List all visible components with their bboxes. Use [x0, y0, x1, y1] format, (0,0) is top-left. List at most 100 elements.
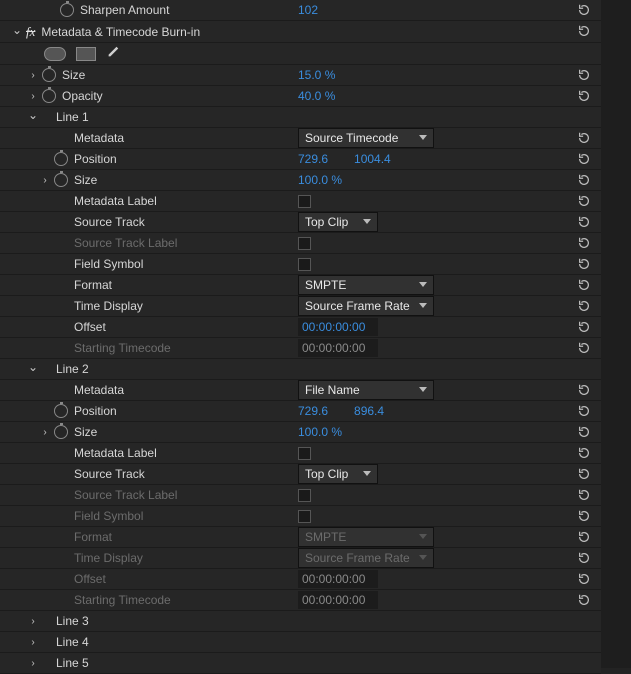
time-display-dropdown[interactable]: Source Frame Rate: [298, 296, 434, 316]
chevron-right-icon[interactable]: [27, 636, 39, 648]
param-label: Offset: [74, 572, 296, 586]
timecode-input[interactable]: 00:00:00:00: [298, 318, 378, 336]
param-label: Metadata: [74, 131, 296, 145]
group-title: Line 4: [56, 635, 296, 649]
chevron-right-icon[interactable]: [39, 426, 51, 438]
group-line5[interactable]: Line 5: [0, 653, 601, 674]
reset-icon[interactable]: [575, 68, 593, 82]
param-label: Sharpen Amount: [80, 3, 296, 17]
reset-icon[interactable]: [575, 446, 593, 460]
position-y[interactable]: 1004.4: [354, 152, 391, 166]
reset-icon[interactable]: [575, 278, 593, 292]
stopwatch-icon[interactable]: [60, 3, 74, 17]
param-label: Time Display: [74, 551, 296, 565]
source-track-dropdown[interactable]: Top Clip: [298, 212, 378, 232]
timecode-input: 00:00:00:00: [298, 591, 378, 609]
reset-icon[interactable]: [575, 3, 593, 17]
chevron-right-icon[interactable]: [39, 174, 51, 186]
fx-icon[interactable]: fx: [26, 24, 35, 40]
stopwatch-icon[interactable]: [54, 425, 68, 439]
chevron-right-icon[interactable]: [27, 69, 39, 81]
reset-icon[interactable]: [575, 320, 593, 334]
param-row-sharpen: Sharpen Amount 102: [0, 0, 601, 21]
foreground-swatch[interactable]: [44, 47, 66, 61]
eyedropper-icon[interactable]: [106, 45, 120, 62]
checkbox[interactable]: [298, 195, 311, 208]
reset-icon[interactable]: [575, 89, 593, 103]
param-row-format: Format SMPTE: [0, 275, 601, 296]
param-row-format: Format SMPTE: [0, 527, 601, 548]
checkbox[interactable]: [298, 258, 311, 271]
chevron-down-icon[interactable]: [27, 363, 39, 375]
param-label: Starting Timecode: [74, 341, 296, 355]
reset-icon[interactable]: [575, 383, 593, 397]
param-value[interactable]: 100.0 %: [298, 425, 342, 439]
param-value[interactable]: 40.0 %: [298, 89, 335, 103]
reset-icon[interactable]: [575, 551, 593, 565]
metadata-dropdown[interactable]: File Name: [298, 380, 434, 400]
reset-icon[interactable]: [575, 173, 593, 187]
param-row-metadata: Metadata File Name: [0, 380, 601, 401]
group-line4[interactable]: Line 4: [0, 632, 601, 653]
position-y[interactable]: 896.4: [354, 404, 384, 418]
stopwatch-icon[interactable]: [42, 68, 56, 82]
stopwatch-icon[interactable]: [42, 89, 56, 103]
stopwatch-icon[interactable]: [54, 152, 68, 166]
reset-icon[interactable]: [575, 404, 593, 418]
position-x[interactable]: 729.6: [298, 404, 328, 418]
group-line3[interactable]: Line 3: [0, 611, 601, 632]
chevron-down-icon[interactable]: [11, 26, 23, 38]
reset-icon[interactable]: [575, 24, 593, 38]
param-row-offset: Offset 00:00:00:00: [0, 569, 601, 590]
chevron-down-icon: [419, 282, 427, 290]
stopwatch-icon[interactable]: [54, 173, 68, 187]
position-x[interactable]: 729.6: [298, 152, 328, 166]
param-row-metadata: Metadata Source Timecode: [0, 128, 601, 149]
param-value[interactable]: 15.0 %: [298, 68, 335, 82]
chevron-right-icon[interactable]: [27, 615, 39, 627]
checkbox[interactable]: [298, 510, 311, 523]
reset-icon[interactable]: [575, 593, 593, 607]
param-value[interactable]: 100.0 %: [298, 173, 342, 187]
reset-icon[interactable]: [575, 215, 593, 229]
param-label: Position: [74, 152, 296, 166]
reset-icon[interactable]: [575, 152, 593, 166]
checkbox[interactable]: [298, 447, 311, 460]
group-title: Line 2: [56, 362, 296, 376]
timecode-input: 00:00:00:00: [298, 570, 378, 588]
reset-icon[interactable]: [575, 236, 593, 250]
param-row-field-symbol: Field Symbol: [0, 506, 601, 527]
chevron-down-icon[interactable]: [27, 111, 39, 123]
format-dropdown[interactable]: SMPTE: [298, 275, 434, 295]
reset-icon[interactable]: [575, 341, 593, 355]
chevron-right-icon[interactable]: [27, 657, 39, 669]
chevron-down-icon: [419, 135, 427, 143]
stopwatch-icon[interactable]: [54, 404, 68, 418]
reset-icon[interactable]: [575, 467, 593, 481]
chevron-right-icon[interactable]: [27, 90, 39, 102]
metadata-dropdown[interactable]: Source Timecode: [298, 128, 434, 148]
reset-icon[interactable]: [575, 299, 593, 313]
chevron-down-icon: [363, 219, 371, 227]
background-swatch[interactable]: [76, 47, 96, 61]
checkbox[interactable]: [298, 489, 311, 502]
param-label: Format: [74, 278, 296, 292]
reset-icon[interactable]: [575, 257, 593, 271]
reset-icon[interactable]: [575, 425, 593, 439]
checkbox[interactable]: [298, 237, 311, 250]
param-label: Field Symbol: [74, 509, 296, 523]
reset-icon[interactable]: [575, 131, 593, 145]
param-value[interactable]: 102: [298, 3, 318, 17]
reset-icon[interactable]: [575, 194, 593, 208]
group-line1[interactable]: Line 1: [0, 107, 601, 128]
source-track-dropdown[interactable]: Top Clip: [298, 464, 378, 484]
reset-icon[interactable]: [575, 488, 593, 502]
param-label: Starting Timecode: [74, 593, 296, 607]
group-line2[interactable]: Line 2: [0, 359, 601, 380]
param-label: Metadata Label: [74, 194, 296, 208]
reset-icon[interactable]: [575, 509, 593, 523]
effect-header[interactable]: fx Metadata & Timecode Burn-in: [0, 21, 601, 43]
reset-icon[interactable]: [575, 530, 593, 544]
reset-icon[interactable]: [575, 572, 593, 586]
chevron-down-icon: [419, 303, 427, 311]
